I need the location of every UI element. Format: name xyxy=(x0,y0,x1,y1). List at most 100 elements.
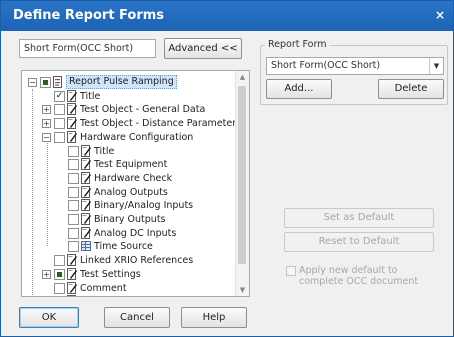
tree-checkbox[interactable] xyxy=(68,172,79,184)
expand-icon[interactable]: + xyxy=(42,119,51,129)
cancel-label: Cancel xyxy=(120,312,154,323)
scroll-down-icon[interactable]: ▼ xyxy=(236,284,249,296)
scroll-up-icon[interactable]: ▲ xyxy=(236,71,249,83)
tree-item-label: Hardware Check xyxy=(94,172,173,184)
tree-item-label: Report Pulse Ramping xyxy=(66,75,177,89)
doc-icon xyxy=(81,144,91,157)
grid-icon xyxy=(81,241,91,252)
tree-row[interactable]: Hardware Check xyxy=(22,171,235,185)
tree-row[interactable]: Comment xyxy=(22,281,235,295)
doc-icon xyxy=(67,117,77,130)
doc-icon xyxy=(67,103,77,116)
collapse-icon[interactable]: − xyxy=(42,132,51,142)
tree-checkbox[interactable] xyxy=(54,268,65,280)
tree-checkbox[interactable] xyxy=(54,255,65,267)
current-form-field[interactable]: Short Form(OCC Short) xyxy=(19,39,156,58)
close-icon[interactable]: × xyxy=(435,8,445,22)
tree-item-label: Linked XRIO References xyxy=(80,255,194,267)
tree-item-label: Title xyxy=(80,90,101,102)
tree-checkbox[interactable] xyxy=(68,145,79,157)
help-button[interactable]: Help xyxy=(181,307,247,328)
define-report-forms-dialog: Define Report Forms × Short Form(OCC Sho… xyxy=(0,0,454,337)
current-form-value: Short Form(OCC Short) xyxy=(24,43,134,54)
tree-row[interactable]: Test Equipment xyxy=(22,158,235,171)
advanced-label: Advanced << xyxy=(168,43,238,54)
tree-checkbox[interactable] xyxy=(40,77,51,88)
tree-checkbox[interactable] xyxy=(68,200,79,212)
tree-item-label: Time Trigger Settings xyxy=(80,295,181,296)
delete-button[interactable]: Delete xyxy=(378,79,444,99)
doc-icon xyxy=(81,171,91,184)
tree-row[interactable]: Binary/Analog Inputs xyxy=(22,199,235,212)
tree-item-label: Test Settings xyxy=(80,268,141,280)
tree-row[interactable]: + Test Settings xyxy=(22,267,235,281)
tree-row[interactable]: Analog Outputs xyxy=(22,185,235,199)
tree-item-label: Analog DC Inputs xyxy=(94,227,177,239)
reset-to-default-label: Reset to Default xyxy=(318,236,400,247)
doc-icon xyxy=(67,295,76,296)
doc-icon xyxy=(67,130,77,143)
tree-item-label: Binary/Analog Inputs xyxy=(94,200,194,212)
cancel-button[interactable]: Cancel xyxy=(104,307,170,328)
tree-row[interactable]: Time Source xyxy=(22,240,235,253)
add-button[interactable]: Add... xyxy=(266,79,332,99)
tree-row[interactable]: + Test Object - Distance Parameters xyxy=(22,117,241,130)
help-label: Help xyxy=(202,312,226,323)
tree-checkbox[interactable]: ✓ xyxy=(54,90,65,102)
tree-checkbox[interactable] xyxy=(54,282,65,294)
tree-checkbox[interactable] xyxy=(54,131,65,143)
doc-icon xyxy=(81,226,91,239)
doc-icon xyxy=(67,89,77,102)
tree-row[interactable]: Analog DC Inputs xyxy=(22,226,235,240)
tree-checkbox[interactable] xyxy=(68,159,79,171)
tree-checkbox[interactable] xyxy=(54,118,65,130)
tree-row[interactable]: Title xyxy=(22,144,235,158)
doc-icon xyxy=(81,158,91,171)
report-form-group-label: Report Form xyxy=(265,39,330,50)
ok-button[interactable]: OK xyxy=(19,307,79,328)
add-label: Add... xyxy=(284,83,314,94)
doc-icon xyxy=(81,213,91,225)
doc-icon xyxy=(67,281,77,294)
tree-checkbox[interactable] xyxy=(54,104,65,116)
tree-item-label: Hardware Configuration xyxy=(80,131,194,143)
tree-checkbox[interactable] xyxy=(68,241,79,253)
doc-icon xyxy=(67,267,77,280)
set-as-default-button[interactable]: Set as Default xyxy=(284,208,434,228)
collapse-icon[interactable]: − xyxy=(28,78,37,87)
reset-to-default-button[interactable]: Reset to Default xyxy=(284,232,434,252)
tree-scrollbar[interactable]: ▲ ▼ xyxy=(235,71,249,296)
tree-item-label: Test Object - Distance Parameters xyxy=(80,118,242,130)
tree-row[interactable]: Binary Outputs xyxy=(22,213,235,226)
tree-row[interactable]: − Hardware Configuration xyxy=(22,130,235,144)
report-sections-tree[interactable]: − Report Pulse Ramping ✓ Title + Test Object … xyxy=(21,70,250,297)
doc-icon xyxy=(81,199,91,212)
advanced-button[interactable]: Advanced << xyxy=(164,38,242,59)
tree-checkbox[interactable] xyxy=(68,186,79,198)
dropdown-arrow-icon[interactable]: ▼ xyxy=(429,58,443,74)
tree-item-label: Analog Outputs xyxy=(94,186,168,198)
tree-row[interactable]: − Report Pulse Ramping xyxy=(22,75,235,89)
tree-item-label: Title xyxy=(94,145,115,157)
expand-icon[interactable]: + xyxy=(42,105,51,115)
expand-icon[interactable]: + xyxy=(42,269,51,279)
doc-icon xyxy=(67,254,77,267)
tree-item-label: Test Object - General Data xyxy=(80,104,206,116)
tree-checkbox[interactable] xyxy=(68,214,79,225)
report-form-select[interactable]: Short Form(OCC Short) ▼ xyxy=(266,57,444,75)
tree-checkbox[interactable] xyxy=(54,296,65,297)
dialog-title: Define Report Forms xyxy=(13,8,165,23)
tree-row[interactable]: + Test Object - General Data xyxy=(22,103,235,116)
tree-item-label: Binary Outputs xyxy=(94,214,166,225)
report-icon xyxy=(53,76,62,88)
delete-label: Delete xyxy=(394,83,428,94)
tree-checkbox[interactable] xyxy=(68,227,79,239)
scrollbar-thumb[interactable] xyxy=(238,86,246,264)
tree-row[interactable]: Time Trigger Settings xyxy=(22,295,235,297)
set-as-default-label: Set as Default xyxy=(323,212,395,223)
tree-row[interactable]: Linked XRIO References xyxy=(22,254,235,267)
apply-new-default-checkbox[interactable] xyxy=(286,266,296,276)
tree-row[interactable]: ✓ Title xyxy=(22,89,235,103)
title-bar: Define Report Forms × xyxy=(1,1,453,31)
report-form-selected-value: Short Form(OCC Short) xyxy=(271,60,381,71)
